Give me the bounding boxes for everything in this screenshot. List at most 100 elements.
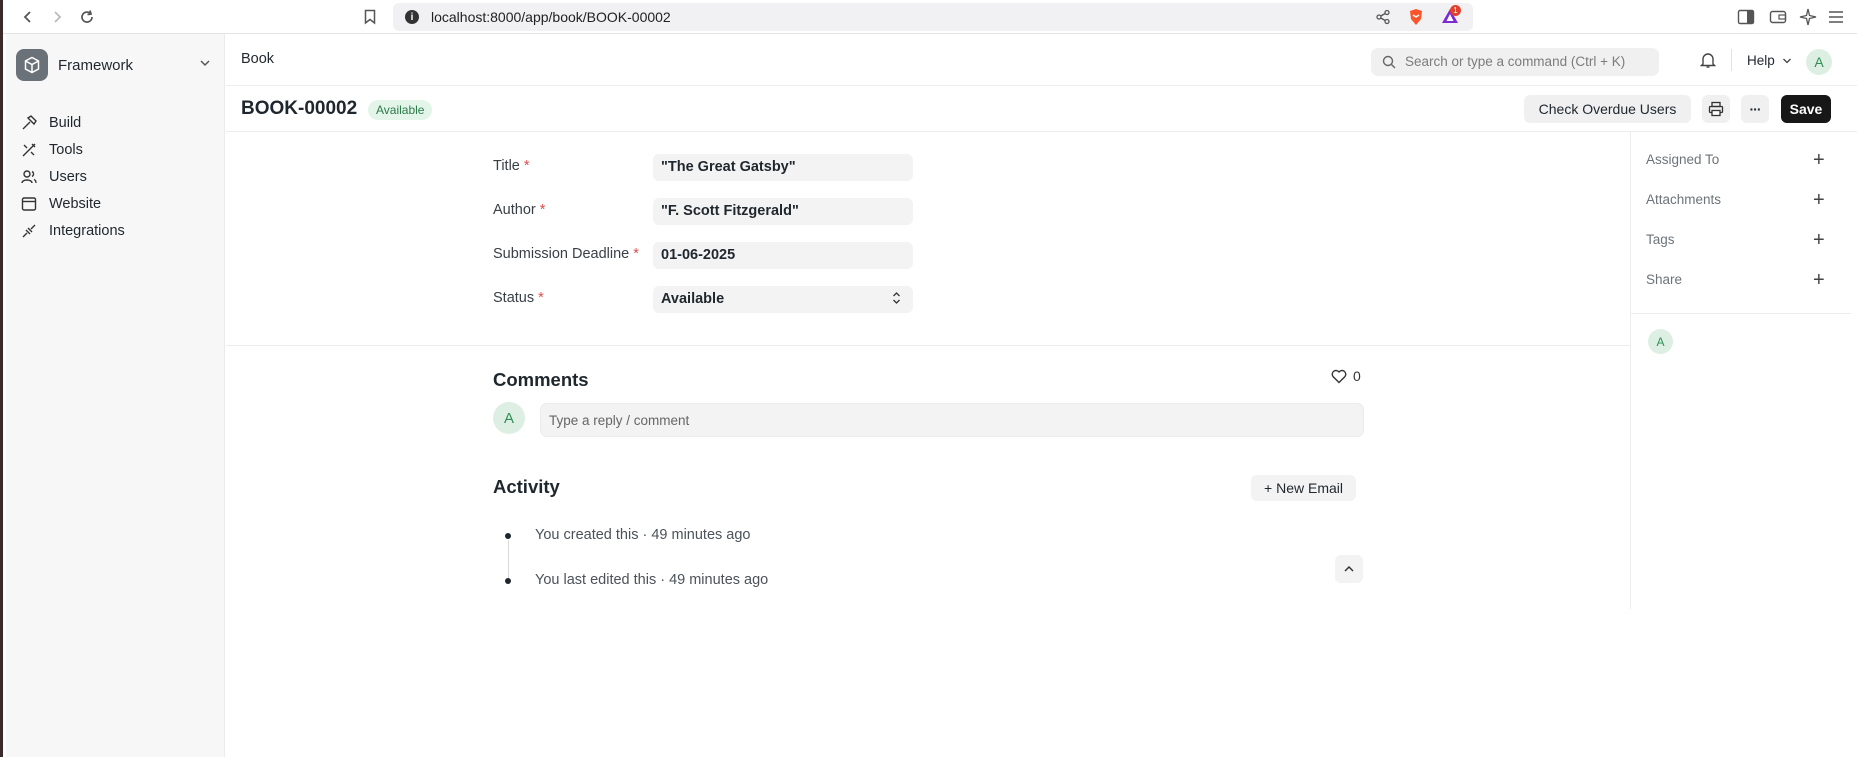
sidebar-item-label: Build bbox=[49, 115, 82, 131]
timeline-dot bbox=[505, 533, 511, 539]
sidebar-item-website[interactable]: Website bbox=[20, 191, 101, 217]
website-icon bbox=[20, 195, 38, 213]
brave-rewards-icon[interactable]: 1 bbox=[1441, 5, 1461, 29]
section-divider bbox=[226, 345, 1630, 346]
activity-entry: You last edited this · 49 minutes ago bbox=[535, 572, 769, 588]
users-icon bbox=[20, 168, 38, 186]
share-label: Share bbox=[1646, 272, 1683, 287]
author-field[interactable]: "F. Scott Fitzgerald" bbox=[653, 198, 913, 225]
breadcrumb[interactable]: Book bbox=[241, 51, 274, 67]
tools-icon bbox=[20, 141, 38, 159]
field-label-author: Author * bbox=[493, 202, 545, 218]
hammer-icon bbox=[20, 114, 38, 132]
app-name: Framework bbox=[58, 56, 134, 74]
submission-deadline-field[interactable]: 01-06-2025 bbox=[653, 242, 913, 269]
sidebar-item-label: Users bbox=[49, 169, 87, 185]
save-button[interactable]: Save bbox=[1781, 95, 1831, 123]
integrations-icon bbox=[20, 222, 38, 240]
add-share-plus-icon[interactable]: + bbox=[1813, 270, 1825, 290]
activity-entry: You created this · 49 minutes ago bbox=[535, 527, 751, 543]
more-icon: ··· bbox=[1749, 101, 1762, 117]
notification-bell-icon[interactable] bbox=[1699, 51, 1717, 74]
viewer-avatar[interactable]: A bbox=[1648, 329, 1673, 354]
address-bar[interactable]: i localhost:8000/app/book/BOOK-00002 1 bbox=[393, 3, 1473, 31]
app-switcher[interactable]: Framework bbox=[16, 48, 216, 82]
url-text: localhost:8000/app/book/BOOK-00002 bbox=[431, 9, 671, 25]
timeline-dot bbox=[505, 578, 511, 584]
back-icon[interactable] bbox=[17, 6, 39, 28]
heart-icon bbox=[1331, 369, 1347, 383]
browser-toolbar: i localhost:8000/app/book/BOOK-00002 1 bbox=[3, 0, 1857, 34]
sidebar-item-tools[interactable]: Tools bbox=[20, 137, 83, 163]
status-badge: Available bbox=[368, 100, 433, 120]
framework-logo-icon bbox=[16, 49, 48, 81]
sidebar-item-label: Tools bbox=[49, 142, 83, 158]
reload-icon[interactable] bbox=[76, 6, 98, 28]
timeline-line bbox=[508, 540, 509, 580]
comment-input[interactable]: Type a reply / comment bbox=[540, 403, 1364, 437]
chevron-up-icon bbox=[1344, 565, 1354, 572]
title-field[interactable]: "The Great Gatsby" bbox=[653, 154, 913, 181]
help-menu[interactable]: Help bbox=[1747, 53, 1792, 68]
search-icon bbox=[1382, 55, 1396, 74]
forward-icon[interactable] bbox=[46, 6, 68, 28]
label-text: Submission Deadline bbox=[493, 246, 630, 262]
search-input[interactable]: Search or type a command (Ctrl + K) bbox=[1371, 48, 1659, 76]
label-text: Author bbox=[493, 202, 536, 218]
sidebar-toggle-icon[interactable] bbox=[1735, 6, 1757, 28]
divider bbox=[1731, 49, 1732, 71]
menu-icon[interactable] bbox=[1825, 6, 1847, 28]
sidebar-item-label: Integrations bbox=[49, 223, 125, 239]
site-info-icon[interactable]: i bbox=[405, 10, 419, 24]
page-title: BOOK-00002 bbox=[241, 98, 358, 119]
brave-shield-icon[interactable] bbox=[1408, 8, 1424, 31]
sidebar-item-users[interactable]: Users bbox=[20, 164, 87, 190]
chevron-down-icon bbox=[198, 56, 212, 75]
sidebar-item-integrations[interactable]: Integrations bbox=[20, 218, 125, 244]
search-placeholder: Search or type a command (Ctrl + K) bbox=[1405, 54, 1626, 69]
select-arrows-icon bbox=[892, 291, 901, 306]
help-label: Help bbox=[1747, 53, 1775, 68]
add-attachment-plus-icon[interactable]: + bbox=[1813, 190, 1825, 210]
sidebar-item-build[interactable]: Build bbox=[20, 110, 81, 136]
field-label-submission-deadline: Submission Deadline * bbox=[493, 246, 639, 262]
app-topbar: Book Search or type a command (Ctrl + K)… bbox=[226, 34, 1857, 86]
sidebar: Framework Build Tools Users Website Inte… bbox=[6, 34, 225, 757]
print-button[interactable] bbox=[1702, 95, 1730, 123]
required-mark: * bbox=[538, 290, 544, 306]
page-header: BOOK-00002 Available Check Overdue Users… bbox=[226, 86, 1857, 132]
label-text: Status bbox=[493, 290, 535, 306]
assigned-to-label: Assigned To bbox=[1646, 152, 1720, 167]
ai-assistant-icon[interactable] bbox=[1797, 6, 1819, 28]
share-icon[interactable] bbox=[1375, 9, 1391, 30]
status-select[interactable]: Available bbox=[653, 286, 913, 313]
add-tag-plus-icon[interactable]: + bbox=[1813, 230, 1825, 250]
user-avatar[interactable]: A bbox=[1806, 49, 1832, 75]
like-button[interactable]: 0 bbox=[1331, 368, 1361, 384]
more-actions-button[interactable]: ··· bbox=[1741, 95, 1769, 123]
app-window: i localhost:8000/app/book/BOOK-00002 1 F… bbox=[0, 0, 1857, 757]
attachments-label: Attachments bbox=[1646, 192, 1722, 207]
label-text: Title bbox=[493, 158, 520, 174]
notification-count-badge: 1 bbox=[1450, 5, 1461, 16]
status-select-value: Available bbox=[661, 291, 725, 307]
chevron-down-icon bbox=[1782, 58, 1791, 64]
activity-title: Activity bbox=[493, 476, 560, 497]
check-overdue-users-button[interactable]: Check Overdue Users bbox=[1524, 95, 1691, 123]
comment-placeholder: Type a reply / comment bbox=[549, 413, 690, 428]
like-count: 0 bbox=[1353, 368, 1361, 384]
required-mark: * bbox=[633, 246, 639, 262]
sidebar-item-label: Website bbox=[49, 196, 102, 212]
required-mark: * bbox=[539, 202, 546, 218]
bookmark-icon[interactable] bbox=[359, 6, 381, 28]
new-email-button[interactable]: + New Email bbox=[1251, 475, 1356, 501]
right-sidebar-divider bbox=[1631, 313, 1851, 314]
add-assignee-plus-icon[interactable]: + bbox=[1813, 150, 1825, 170]
comment-avatar: A bbox=[493, 402, 525, 434]
field-label-title: Title * bbox=[493, 158, 530, 174]
wallet-icon[interactable] bbox=[1767, 6, 1789, 28]
scroll-to-top-button[interactable] bbox=[1335, 555, 1363, 583]
required-mark: * bbox=[523, 158, 530, 174]
tags-label: Tags bbox=[1646, 232, 1675, 247]
comments-title: Comments bbox=[493, 369, 589, 390]
